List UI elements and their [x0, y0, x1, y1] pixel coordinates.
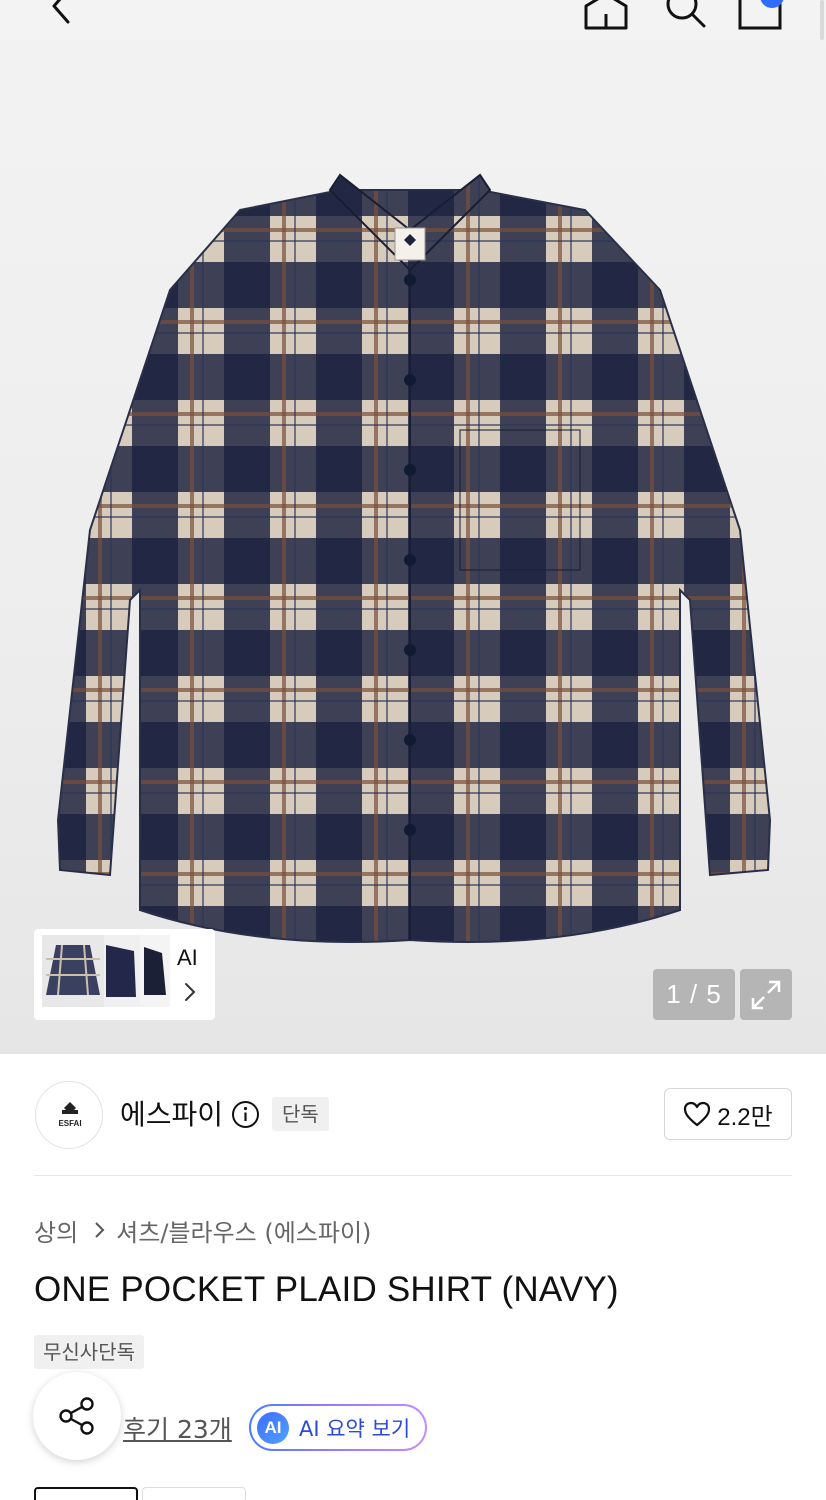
product-photo	[56, 173, 772, 943]
breadcrumb: 상의 셔츠/블라우스 (에스파이)	[34, 1212, 371, 1248]
expand-button[interactable]	[740, 969, 792, 1020]
option-tab[interactable]	[34, 1487, 138, 1500]
musinsa-exclusive-badge: 무신사단독	[34, 1335, 144, 1369]
brand-name[interactable]: 에스파이	[120, 1093, 223, 1133]
search-icon[interactable]	[658, 0, 710, 34]
brand-logo-mark: ESFAI	[58, 1102, 82, 1128]
review-link[interactable]: 후기 23개	[123, 1410, 232, 1446]
like-count: 2.2만	[717, 1103, 773, 1131]
brand-exclusive-badge: 단독	[272, 1097, 329, 1131]
ai-summary-button[interactable]: AI AI 요약 보기	[249, 1404, 427, 1451]
brand-logo[interactable]: ESFAI	[35, 1081, 103, 1149]
ai-icon: AI	[257, 1411, 289, 1444]
scrollbar[interactable]	[820, 0, 824, 40]
divider	[34, 1175, 792, 1176]
brand-logo-text: ESFAI	[58, 1119, 81, 1128]
ai-summary-label: AI 요약 보기	[299, 1416, 411, 1441]
breadcrumb-item-category[interactable]: 상의	[34, 1213, 78, 1248]
thumbnail-ai-label[interactable]: AI	[177, 945, 198, 971]
share-button[interactable]	[33, 1372, 121, 1460]
thumbnail-image[interactable]	[140, 935, 170, 1007]
home-icon[interactable]	[580, 0, 632, 36]
info-icon[interactable]	[231, 1100, 260, 1129]
image-page-indicator: 1 / 5	[653, 969, 735, 1020]
expand-icon	[751, 980, 781, 1009]
chevron-left-icon[interactable]	[38, 0, 84, 32]
shopping-bag-icon[interactable]	[734, 0, 794, 34]
product-image-gallery[interactable]: AI 1 / 5	[0, 0, 826, 1054]
chevron-right-icon	[95, 1222, 105, 1238]
share-icon	[59, 1397, 94, 1435]
like-button[interactable]: 2.2만	[664, 1088, 792, 1140]
chevron-right-icon[interactable]	[183, 981, 197, 1003]
thumbnail-strip[interactable]: AI	[34, 929, 215, 1020]
product-title: ONE POCKET PLAID SHIRT (NAVY)	[34, 1270, 619, 1309]
option-tab[interactable]	[142, 1487, 246, 1500]
thumbnail-image[interactable]	[104, 935, 140, 1007]
thumbnail-image[interactable]	[42, 935, 104, 1007]
heart-icon	[684, 1101, 711, 1127]
breadcrumb-item-subcategory[interactable]: 셔츠/블라우스 (에스파이)	[116, 1213, 371, 1248]
